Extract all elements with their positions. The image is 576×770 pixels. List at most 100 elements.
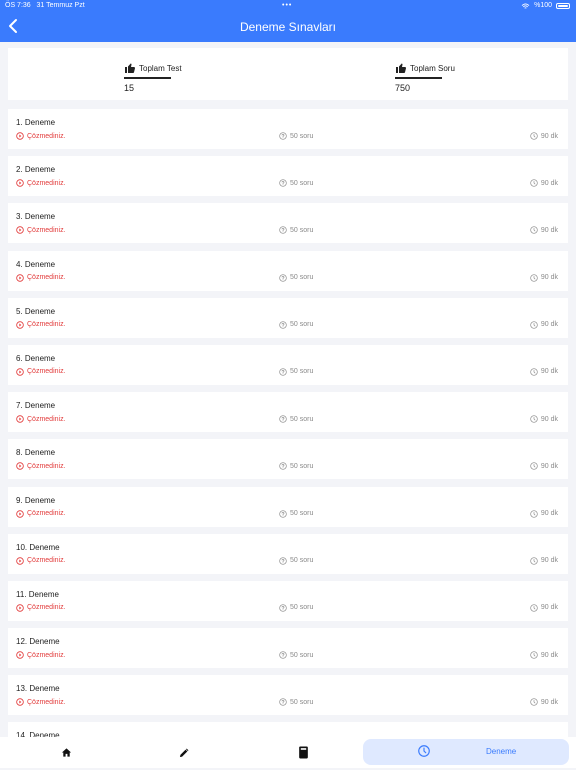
exam-question-text: 50 soru [290, 368, 314, 376]
clock-icon [530, 179, 538, 187]
exam-question-text: 50 soru [290, 179, 314, 187]
exam-status: Çözmediniz. [16, 132, 66, 140]
question-circle-icon [279, 132, 287, 140]
clock-icon [530, 132, 538, 140]
exam-duration-text: 90 dk [540, 132, 558, 140]
exam-status-text: Çözmediniz. [27, 698, 66, 706]
exam-row[interactable]: 2. Deneme Çözmediniz. 50 soru 90 dk [8, 156, 568, 197]
exam-title: 4. Deneme [16, 259, 56, 269]
exam-title: 10. Deneme [16, 542, 60, 552]
status-right: %100 [521, 0, 570, 12]
play-circle-icon [16, 556, 24, 565]
page-title: Deneme Sınavları [239, 20, 337, 34]
play-circle-icon [16, 604, 24, 612]
exam-row[interactable]: 6. Deneme Çözmediniz. 50 soru 90 dk [8, 344, 568, 385]
exam-duration-text: 90 dk [540, 698, 558, 706]
stat-total-test-value: 15 [124, 83, 135, 93]
play-circle-icon [16, 368, 24, 376]
tab-library[interactable] [292, 737, 314, 768]
play-circle-icon [16, 462, 24, 471]
exam-duration: 90 dk [530, 226, 558, 235]
exam-question-text: 50 soru [290, 415, 314, 423]
exam-duration-text: 90 dk [540, 557, 558, 565]
exam-question-text: 50 soru [290, 604, 314, 612]
exam-duration: 90 dk [530, 509, 558, 518]
exam-status-text: Çözmediniz. [27, 510, 66, 517]
clock-icon [530, 698, 538, 706]
home-icon [61, 748, 71, 757]
exam-duration: 90 dk [530, 604, 558, 612]
exam-row[interactable]: 12. Deneme Çözmediniz. 50 soru 90 dk [8, 628, 568, 669]
tab-deneme[interactable] [363, 739, 569, 765]
exam-row[interactable]: 3. Deneme Çözmediniz. 50 soru 90 dk [8, 203, 568, 244]
exam-status: Çözmediniz. [16, 179, 66, 187]
exam-question-text: 50 soru [290, 321, 314, 329]
exam-status-text: Çözmediniz. [27, 368, 66, 376]
play-circle-icon [16, 132, 24, 140]
play-circle-icon [16, 273, 24, 282]
question-circle-icon [279, 651, 287, 659]
stat-total-questions: Toplam Soru 750 [395, 62, 455, 93]
exam-row[interactable]: 1. Deneme Çözmediniz. 50 soru 90 dk [8, 109, 568, 149]
exam-row[interactable]: 8. Deneme Çözmediniz. 50 soru 90 dk [8, 439, 568, 480]
exam-question-count: 50 soru [279, 226, 314, 235]
question-circle-icon [279, 179, 287, 187]
tab-deneme-label: Deneme [486, 747, 517, 756]
clock-icon [530, 557, 538, 565]
exam-title: 12. Deneme [16, 637, 60, 647]
exam-question-text: 50 soru [290, 462, 314, 470]
question-circle-icon [279, 557, 287, 565]
tab-home[interactable] [55, 737, 77, 768]
tab-practice[interactable] [173, 737, 195, 768]
exam-status-text: Çözmediniz. [27, 274, 66, 282]
exam-duration-text: 90 dk [540, 321, 558, 329]
exam-row[interactable]: 9. Deneme Çözmediniz. 50 soru 90 dk [8, 486, 568, 527]
exam-duration: 90 dk [530, 273, 558, 282]
exam-status: Çözmediniz. [16, 556, 66, 565]
exam-status: Çözmediniz. [16, 604, 66, 612]
clock-icon [530, 415, 538, 423]
exam-row[interactable]: 10. Deneme Çözmediniz. 50 soru 90 dk [8, 533, 568, 574]
exam-title: 1. Deneme [16, 118, 56, 127]
exam-question-text: 50 soru [290, 557, 314, 565]
exam-status: Çözmediniz. [16, 462, 66, 471]
exam-title: 8. Deneme [16, 448, 56, 458]
question-circle-icon [279, 226, 287, 235]
multitask-dots-icon[interactable]: ••• [282, 0, 292, 12]
question-circle-icon [279, 368, 287, 376]
clock-icon [530, 651, 538, 659]
clock-icon [418, 745, 430, 757]
thumbs-up-icon [125, 63, 136, 73]
stat-underline [124, 77, 171, 79]
exam-row[interactable]: 4. Deneme Çözmediniz. 50 soru 90 dk [8, 250, 568, 291]
clock-icon [530, 273, 538, 282]
exam-status: Çözmediniz. [16, 321, 66, 329]
exam-row[interactable]: 11. Deneme Çözmediniz. 50 soru 90 dk [8, 580, 568, 621]
question-circle-icon [279, 698, 287, 706]
stat-total-questions-value: 750 [395, 83, 411, 93]
exam-status: Çözmediniz. [16, 698, 66, 706]
exam-title: 6. Deneme [16, 353, 56, 363]
exam-title: 2. Deneme [16, 165, 56, 175]
exam-duration: 90 dk [530, 698, 558, 706]
exam-question-count: 50 soru [279, 557, 313, 565]
exam-status-text: Çözmediniz. [27, 179, 66, 187]
battery-text: %100 [534, 2, 552, 9]
question-circle-icon [279, 273, 287, 282]
play-circle-icon [16, 509, 24, 518]
exam-duration-text: 90 dk [540, 415, 558, 423]
question-circle-icon [279, 509, 287, 518]
exam-row[interactable]: 7. Deneme Çözmediniz. 50 soru 90 dk [8, 392, 568, 433]
exam-row[interactable]: 13. Deneme Çözmediniz. 50 soru 90 dk [8, 675, 568, 716]
exam-row[interactable]: 5. Deneme Çözmediniz. 50 soru 90 dk [8, 297, 568, 338]
exam-status-text: Çözmediniz. [27, 321, 66, 329]
exam-status: Çözmediniz. [16, 509, 66, 518]
battery-icon [556, 3, 570, 9]
status-time: ÖS 7:36 31 Temmuz Pzt [5, 2, 85, 9]
exam-question-text: 50 soru [290, 226, 314, 234]
exam-duration: 90 dk [530, 179, 558, 187]
exam-question-count: 50 soru [279, 698, 313, 706]
exam-status-text: Çözmediniz. [27, 651, 66, 659]
exam-question-count: 50 soru [279, 368, 313, 376]
exam-duration: 90 dk [530, 557, 558, 565]
